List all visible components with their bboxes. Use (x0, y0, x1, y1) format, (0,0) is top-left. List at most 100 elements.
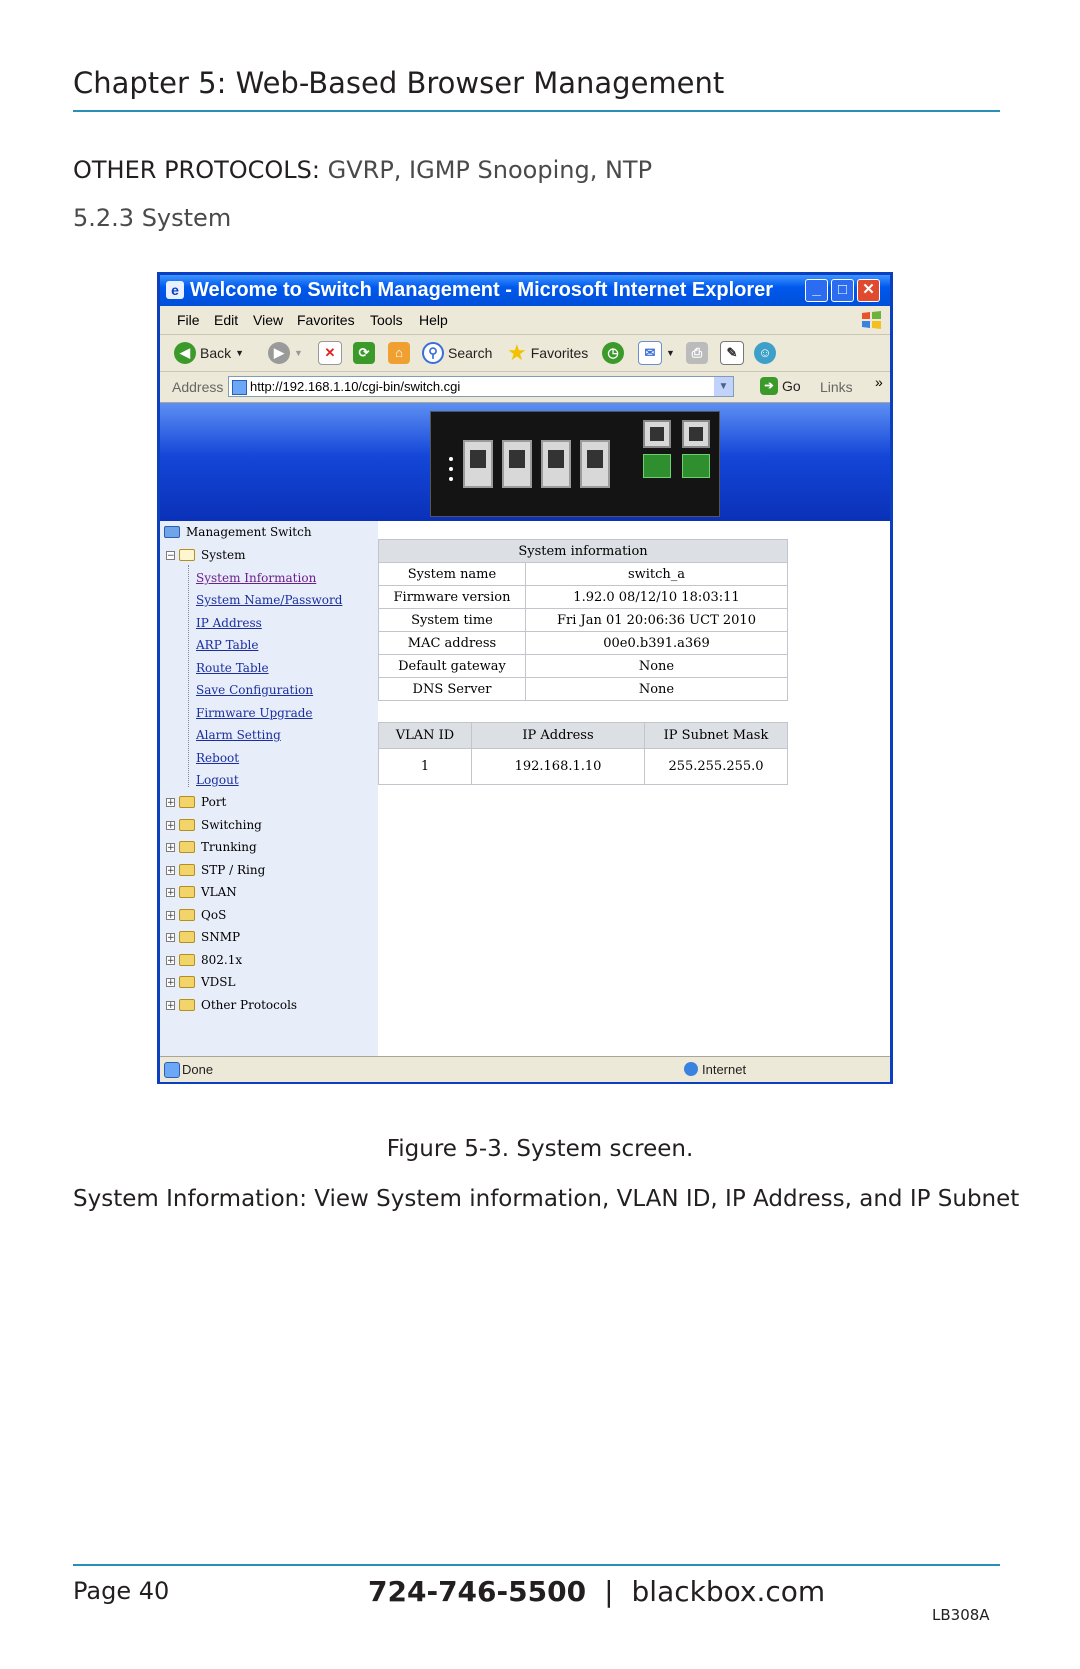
messenger-button[interactable]: ☺ (754, 342, 776, 364)
maximize-icon[interactable]: □ (831, 279, 854, 302)
links-chevron-icon[interactable]: » (875, 374, 883, 390)
tree-folder-label: QoS (201, 908, 227, 922)
system-information-table: System information System name switch_a F… (378, 539, 788, 701)
tree-link-reboot[interactable]: Reboot (196, 751, 239, 765)
search-button[interactable]: ⚲ Search (422, 342, 492, 364)
address-dropdown-icon[interactable]: ▼ (714, 377, 733, 396)
forward-arrow-icon: ▶ (268, 342, 290, 364)
expand-icon[interactable]: + (166, 977, 175, 987)
tree-folder-vlan[interactable]: + VLAN (166, 885, 237, 899)
favorites-button[interactable]: ★ Favorites (507, 340, 588, 365)
print-button[interactable]: ⎙ (686, 342, 708, 364)
tree-link-firmware-upgrade[interactable]: Firmware Upgrade (196, 706, 313, 720)
row-label: DNS Server (378, 677, 526, 701)
tree-folder-trunking[interactable]: + Trunking (166, 840, 257, 854)
tree-folder-port[interactable]: + Port (166, 795, 226, 809)
history-button[interactable]: ◷ (602, 342, 624, 364)
links-label[interactable]: Links (820, 379, 853, 395)
edit-button[interactable]: ✎ (720, 341, 744, 365)
row-label: Default gateway (378, 654, 526, 678)
menu-file[interactable]: File (177, 312, 200, 328)
tree-folder-other-protocols[interactable]: + Other Protocols (166, 998, 297, 1012)
search-icon: ⚲ (422, 342, 444, 364)
tree-folder-vdsl[interactable]: + VDSL (166, 975, 235, 989)
row-value: None (525, 654, 788, 678)
folder-icon (179, 886, 195, 898)
tree-link-alarm-setting[interactable]: Alarm Setting (196, 728, 281, 742)
address-input[interactable]: http://192.168.1.10/cgi-bin/switch.cgi ▼ (228, 376, 734, 397)
expand-icon[interactable]: + (166, 932, 175, 942)
tree-folder-8021x[interactable]: +802.1x (166, 953, 242, 967)
table-title: System information (378, 539, 788, 563)
forward-button[interactable]: ▶ ▼ (268, 342, 303, 364)
forward-dropdown-icon: ▼ (294, 348, 303, 358)
tree-link-system-name-password[interactable]: System Name/Password (196, 593, 342, 607)
address-url: http://192.168.1.10/cgi-bin/switch.cgi (250, 379, 461, 394)
tree-folder-switching[interactable]: + Switching (166, 818, 262, 832)
globe-icon (684, 1062, 698, 1076)
tree-folder-snmp[interactable]: + SNMP (166, 930, 240, 944)
collapse-icon[interactable]: − (166, 550, 175, 560)
tree-link-save-configuration[interactable]: Save Configuration (196, 683, 313, 697)
folder-icon (179, 954, 195, 966)
navigation-tree: Management Switch − System System Informa… (160, 521, 378, 1056)
rj45-port (463, 440, 493, 488)
go-button[interactable]: ➔ Go (760, 377, 801, 395)
expand-icon[interactable]: + (166, 842, 175, 852)
figure-description: System Information: View System informat… (73, 1186, 1020, 1212)
tree-root[interactable]: Management Switch (164, 525, 312, 539)
tree-folder-stp-ring[interactable]: + STP / Ring (166, 863, 265, 877)
expand-icon[interactable]: + (166, 955, 175, 965)
tree-link-logout[interactable]: Logout (196, 773, 239, 787)
row-value: 00e0.b391.a369 (525, 631, 788, 655)
expand-icon[interactable]: + (166, 887, 175, 897)
back-label: Back (200, 345, 232, 361)
vdsl-connector (682, 454, 710, 478)
expand-icon[interactable]: + (166, 1000, 175, 1010)
tree-link-ip-address[interactable]: IP Address (196, 616, 262, 630)
close-icon[interactable]: ✕ (857, 279, 880, 302)
stop-button[interactable]: ✕ (318, 341, 342, 365)
page-content: Management Switch − System System Informa… (160, 403, 890, 1056)
mail-button[interactable]: ✉ ▼ (638, 341, 675, 365)
menu-help[interactable]: Help (419, 312, 448, 328)
status-zone: Internet (702, 1062, 747, 1077)
section-heading: OTHER PROTOCOLS: GVRP, IGMP Snooping, NT… (73, 156, 652, 184)
row-label: System name (378, 562, 526, 586)
tree-folder-qos[interactable]: + QoS (166, 908, 226, 922)
table-row: 1 192.168.1.10 255.255.255.0 (378, 748, 788, 785)
browser-title: Welcome to Switch Management - Microsoft… (190, 279, 774, 301)
page-done-icon (164, 1062, 180, 1078)
table-row: MAC address 00e0.b391.a369 (378, 631, 788, 655)
history-icon: ◷ (602, 342, 624, 364)
ie-logo-icon: e (166, 281, 184, 299)
address-label: Address (172, 379, 224, 395)
folder-icon (179, 841, 195, 853)
expand-icon[interactable]: + (166, 910, 175, 920)
menu-view[interactable]: View (253, 312, 283, 328)
figure-caption: Figure 5-3. System screen. (386, 1136, 694, 1162)
expand-icon[interactable]: + (166, 797, 175, 807)
windows-flag-icon (862, 311, 881, 329)
refresh-button[interactable]: ⟳ (353, 342, 375, 364)
tree-folder-system[interactable]: − System (166, 548, 245, 562)
back-button[interactable]: ◀ Back ▼ (174, 342, 244, 364)
folder-icon (179, 909, 195, 921)
stop-icon: ✕ (318, 341, 342, 365)
folder-icon (179, 819, 195, 831)
footer-rule (73, 1564, 1000, 1566)
home-button[interactable]: ⌂ (388, 342, 410, 364)
expand-icon[interactable]: + (166, 865, 175, 875)
open-folder-icon (179, 549, 195, 561)
status-led (449, 457, 453, 461)
tree-link-system-information[interactable]: System Information (196, 571, 316, 585)
tree-folder-label: VDSL (201, 975, 236, 989)
expand-icon[interactable]: + (166, 820, 175, 830)
tree-link-route-table[interactable]: Route Table (196, 661, 269, 675)
menu-tools[interactable]: Tools (370, 312, 403, 328)
menu-edit[interactable]: Edit (214, 312, 238, 328)
row-value: switch_a (525, 562, 788, 586)
tree-link-arp-table[interactable]: ARP Table (196, 638, 258, 652)
menu-favorites[interactable]: Favorites (297, 312, 355, 328)
minimize-icon[interactable]: _ (805, 279, 828, 302)
